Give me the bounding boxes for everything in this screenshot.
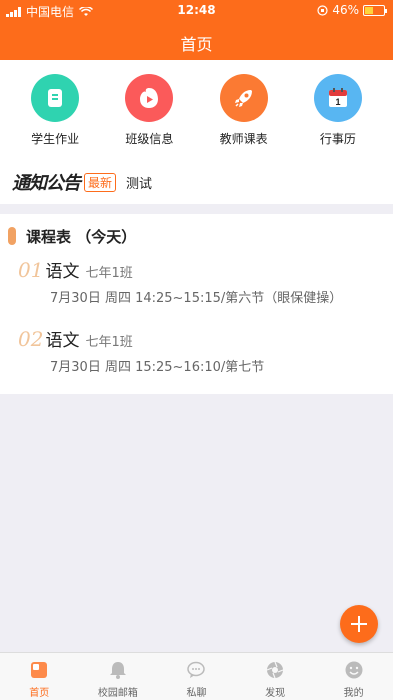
schedule-title: 课程表 （今天）: [26, 227, 137, 246]
lesson-class: 七年1班: [85, 266, 133, 281]
schedule-header: 课程表 （今天）: [8, 226, 136, 246]
status-bar: 中国电信 12:48 46%: [0, 0, 393, 20]
class-info-icon: [125, 74, 174, 122]
chat-icon: [185, 659, 207, 681]
notice-bar[interactable]: 通知公告 最新 测试: [0, 160, 393, 204]
tab-profile[interactable]: 我的: [314, 653, 393, 700]
lesson-number: 01: [18, 258, 44, 282]
quick-action-label: 行事历: [319, 132, 356, 146]
tab-home[interactable]: 首页: [0, 653, 79, 700]
tab-mailbox[interactable]: 校园邮箱: [79, 653, 158, 700]
quick-action-calendar[interactable]: 1 行事历: [298, 60, 378, 160]
notice-text[interactable]: 测试: [126, 173, 152, 192]
home-icon: [28, 659, 50, 681]
quick-action-label: 学生作业: [31, 132, 80, 146]
lesson-detail: 7月30日 周四 15:25~16:10/第七节: [50, 360, 265, 375]
tab-label: 校园邮箱: [97, 688, 138, 699]
lesson-detail: 7月30日 周四 14:25~15:15/第六节（眼保健操）: [50, 291, 343, 306]
lesson-class: 七年1班: [85, 335, 133, 350]
calendar-icon: 1: [313, 74, 362, 122]
quick-actions: 学生作业 班级信息 教师课表 1 行事历: [0, 60, 393, 160]
lesson-number: 02: [18, 327, 44, 351]
page-title: 首页: [180, 35, 213, 54]
homework-icon: [31, 74, 80, 122]
tab-label: 发现: [265, 688, 286, 699]
discover-icon: [264, 659, 286, 681]
lesson-item[interactable]: 01 语文 七年1班 7月30日 周四 14:25~15:15/第六节（眼保健操）: [18, 257, 342, 306]
lesson-item[interactable]: 02 语文 七年1班 7月30日 周四 15:25~16:10/第七节: [18, 326, 264, 375]
plus-icon: [351, 616, 367, 632]
notice-new-badge: 最新: [84, 172, 117, 192]
lesson-subject: 语文: [45, 262, 80, 282]
tab-label: 首页: [29, 688, 50, 699]
profile-icon: [343, 659, 365, 681]
battery-icon: [363, 4, 387, 16]
orientation-lock-icon: [317, 4, 328, 16]
tab-discover[interactable]: 发现: [236, 653, 315, 700]
tab-label: 我的: [343, 688, 364, 699]
tab-chat[interactable]: 私聊: [157, 653, 236, 700]
top-bar: 中国电信 12:48 46% 首页: [0, 0, 393, 60]
quick-action-class-info[interactable]: 班级信息: [109, 60, 189, 160]
quick-action-teacher-schedule[interactable]: 教师课表: [204, 60, 284, 160]
notice-logo: 通知公告: [12, 173, 81, 194]
schedule-card: 课程表 （今天） 01 语文 七年1班 7月30日 周四 14:25~15:15/第…: [0, 214, 393, 394]
add-button[interactable]: [340, 605, 378, 643]
lesson-subject: 语文: [45, 331, 80, 351]
quick-action-label: 教师课表: [219, 132, 268, 146]
quick-action-label: 班级信息: [125, 132, 174, 146]
tab-label: 私聊: [186, 688, 207, 699]
rocket-icon: [219, 74, 268, 122]
battery-percent: 46%: [332, 3, 359, 17]
bell-icon: [107, 659, 129, 681]
tab-bar: 首页 校园邮箱 私聊 发现 我的: [0, 652, 393, 700]
quick-action-homework[interactable]: 学生作业: [15, 60, 95, 160]
section-marker: [8, 227, 16, 245]
svg-text:1: 1: [335, 97, 340, 107]
